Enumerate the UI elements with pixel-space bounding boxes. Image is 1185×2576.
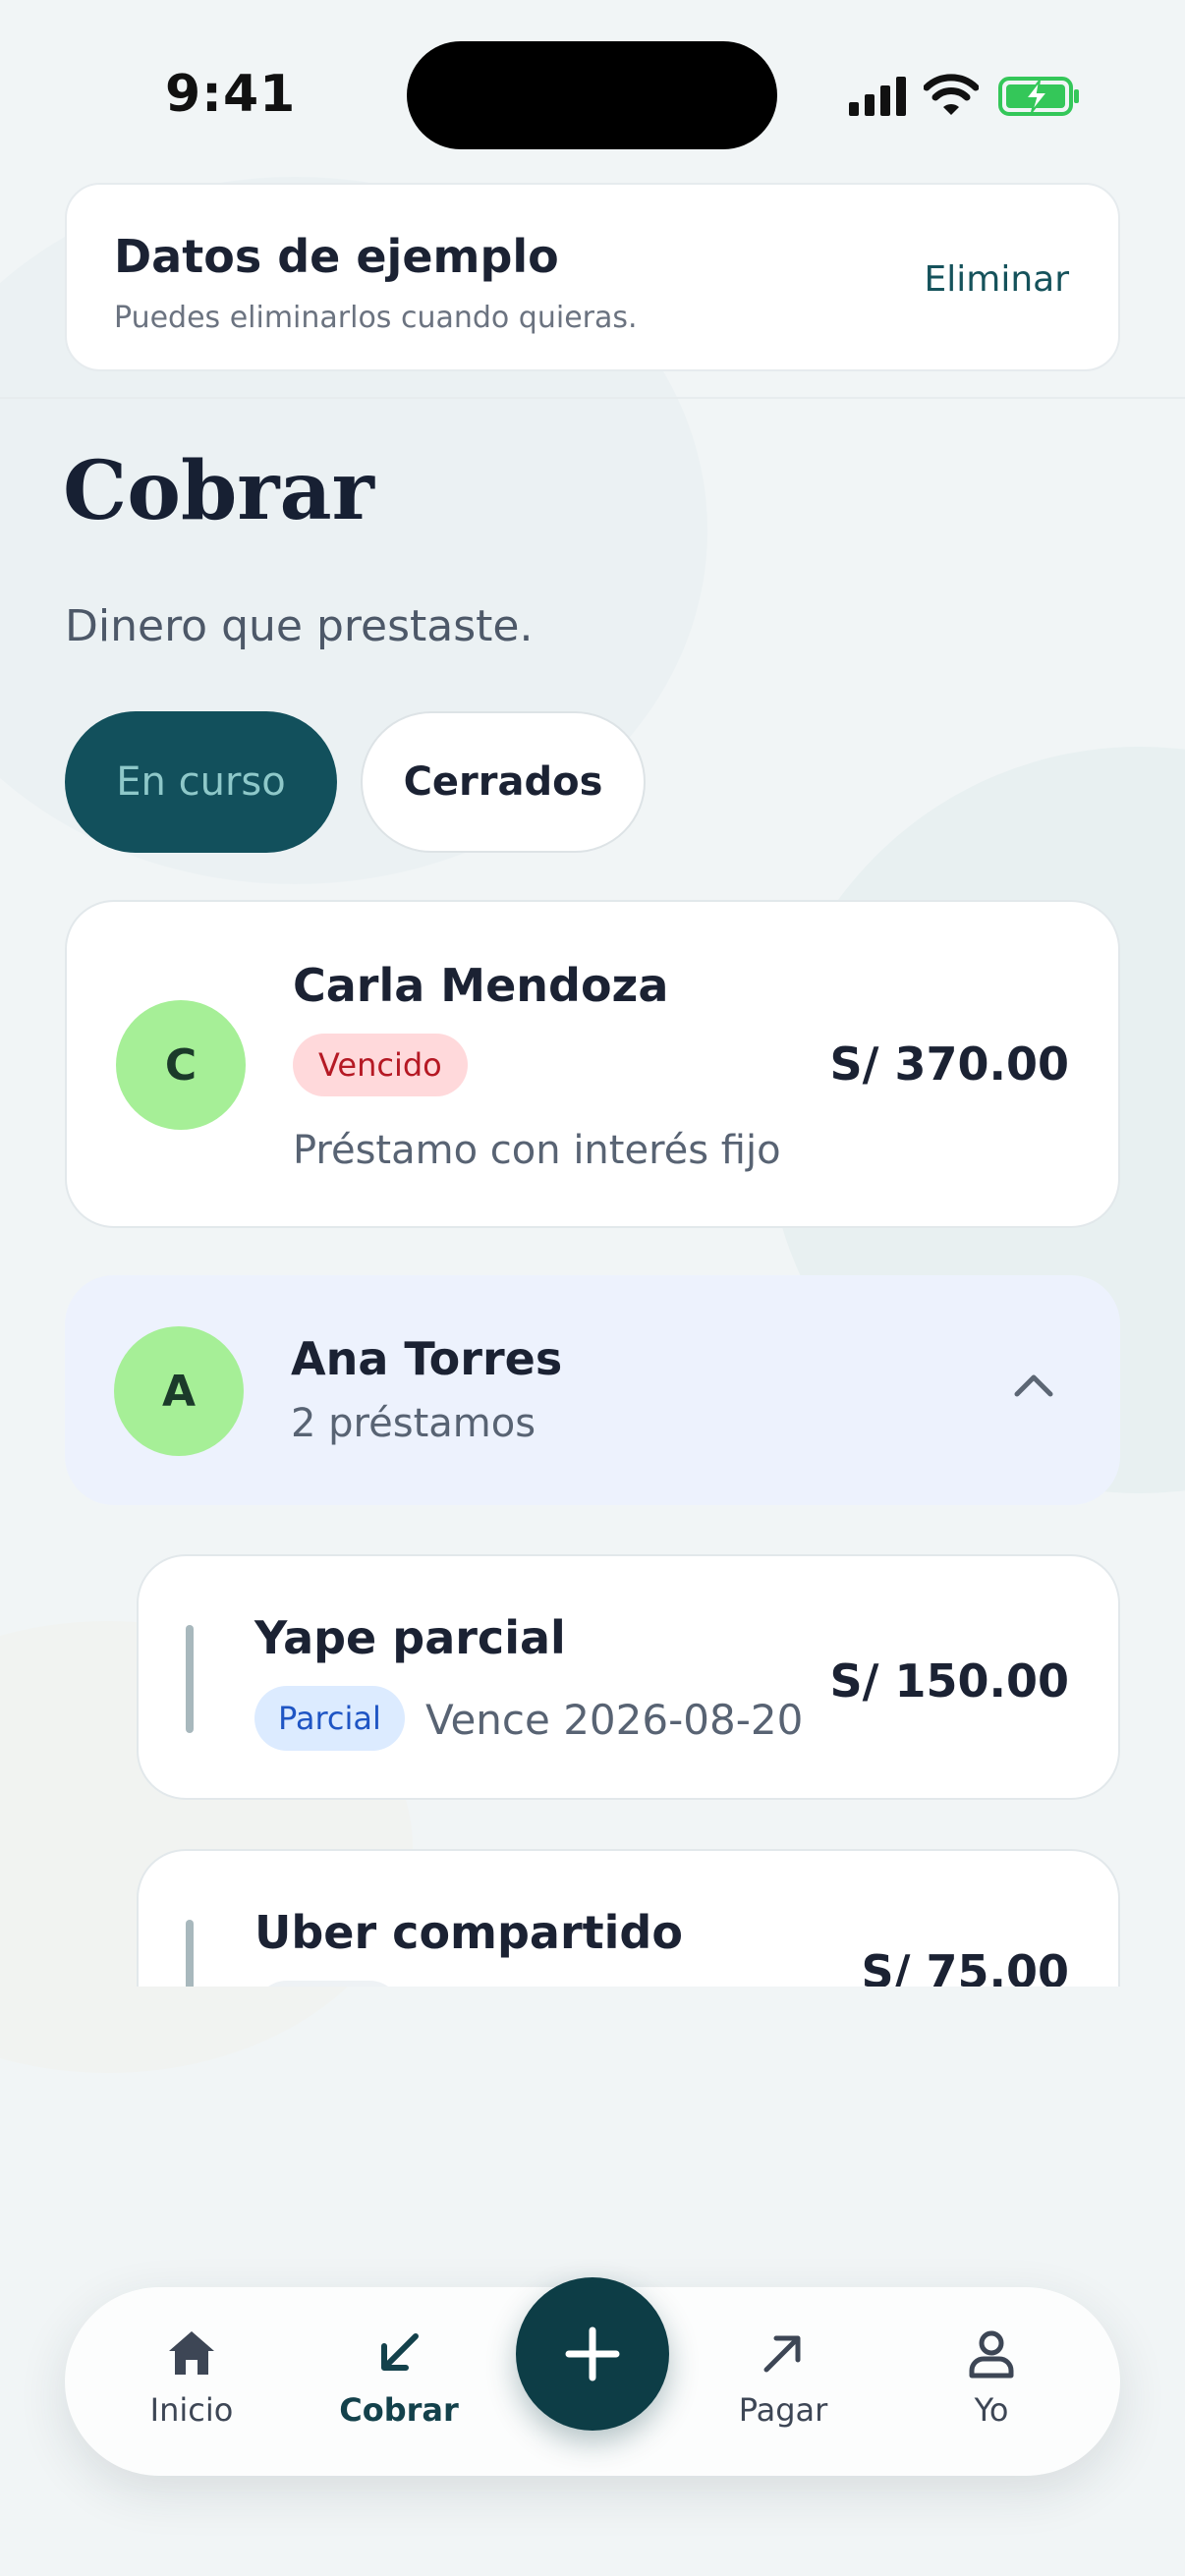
sub-loan-card[interactable]: Yape parcial Parcial Vence 2026-08-20 S/… (137, 1554, 1120, 1800)
avatar: A (114, 1326, 244, 1456)
borrower-name: Carla Mendoza (293, 959, 669, 1012)
status-time: 9:41 (165, 65, 297, 124)
group-loans-list: Yape parcial Parcial Vence 2026-08-20 S/… (0, 1542, 1185, 1987)
status-badge (254, 1981, 402, 1987)
loan-description: Préstamo con interés fijo (293, 1128, 781, 1173)
page-subtitle: Dinero que prestaste. (65, 601, 534, 651)
nav-label: Cobrar (339, 2391, 459, 2429)
wifi-icon (924, 74, 979, 115)
due-date: Vence 2026-08-20 (425, 1696, 804, 1744)
loan-card[interactable]: C Carla Mendoza Vencido Préstamo con int… (65, 900, 1120, 1228)
status-badge: Parcial (254, 1686, 405, 1751)
borrower-name: Ana Torres (291, 1332, 563, 1385)
page-title: Cobrar (63, 444, 374, 538)
dynamic-island (407, 41, 777, 149)
arrow-up-right-icon (763, 2335, 801, 2373)
sub-loan-card[interactable]: Uber compartido S/ 75.00 (137, 1849, 1120, 1987)
nav-item-cobrar[interactable]: Cobrar (320, 2326, 478, 2444)
nav-item-inicio[interactable]: Inicio (113, 2326, 270, 2444)
banner-subtitle: Puedes eliminarlos cuando quieras. (114, 301, 638, 335)
plus-icon (565, 2326, 620, 2381)
status-badge: Vencido (293, 1034, 468, 1096)
demo-data-banner: Datos de ejemplo Puedes eliminarlos cuan… (65, 183, 1120, 371)
home-icon (169, 2331, 214, 2375)
borrower-group-header[interactable]: A Ana Torres 2 préstamos (65, 1275, 1120, 1505)
add-loan-button[interactable] (516, 2277, 669, 2431)
nav-label: Inicio (149, 2391, 234, 2429)
nav-item-pagar[interactable]: Pagar (705, 2326, 862, 2444)
cellular-signal-icon (849, 77, 906, 116)
user-icon (969, 2330, 1014, 2379)
nav-label: Yo (974, 2391, 1009, 2429)
divider (0, 397, 1185, 399)
banner-title: Datos de ejemplo (114, 230, 559, 283)
loan-title: Yape parcial (254, 1611, 566, 1664)
loan-count: 2 préstamos (291, 1401, 536, 1446)
loan-amount: S/ 150.00 (829, 1654, 1069, 1708)
nav-label: Pagar (738, 2391, 828, 2429)
loan-amount: S/ 75.00 (861, 1945, 1069, 1987)
arrow-down-left-icon (381, 2333, 419, 2371)
cobrar-screen: 9:41 Datos de ejemplo Puedes eliminarlos… (0, 0, 1185, 2576)
tab-en-curso[interactable]: En curso (65, 711, 337, 853)
accent-bar (186, 1920, 194, 1987)
battery-charging-icon (998, 77, 1079, 116)
loan-amount: S/ 370.00 (829, 1037, 1069, 1091)
accent-bar (186, 1625, 194, 1733)
chevron-up-icon[interactable] (1012, 1370, 1055, 1399)
loan-title: Uber compartido (254, 1906, 683, 1959)
tab-cerrados[interactable]: Cerrados (361, 711, 646, 853)
avatar: C (116, 1000, 246, 1130)
delete-demo-data-button[interactable]: Eliminar (925, 259, 1070, 300)
nav-item-yo[interactable]: Yo (913, 2326, 1070, 2444)
